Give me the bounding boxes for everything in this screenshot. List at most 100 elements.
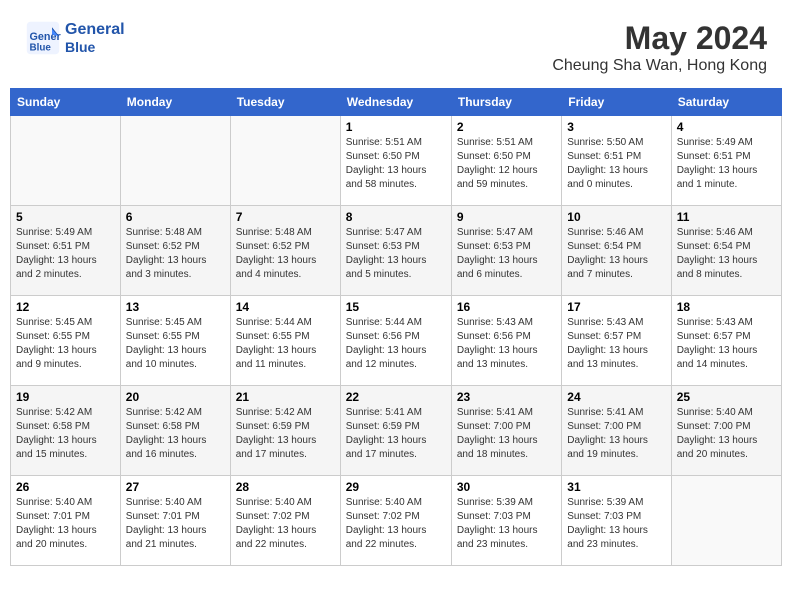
calendar-day-cell: 13 Sunrise: 5:45 AM Sunset: 6:55 PM Dayli… — [120, 296, 230, 386]
day-info: Sunrise: 5:49 AM Sunset: 6:51 PM Dayligh… — [677, 136, 776, 192]
day-info: Sunrise: 5:41 AM Sunset: 7:00 PM Dayligh… — [457, 406, 556, 462]
day-info: Sunrise: 5:45 AM Sunset: 6:55 PM Dayligh… — [126, 316, 225, 372]
day-number: 29 — [346, 480, 446, 494]
day-number: 18 — [677, 300, 776, 314]
calendar-day-cell: 8Sunrise: 5:47 AM Sunset: 6:53 PM Daylig… — [340, 206, 451, 296]
calendar-day-cell: 6 Sunrise: 5:48 AM Sunset: 6:52 PM Daylig… — [120, 206, 230, 296]
day-info: Sunrise: 5:40 AM Sunset: 7:02 PM Dayligh… — [346, 496, 446, 552]
day-info: Sunrise: 5:43 AM Sunset: 6:57 PM Dayligh… — [677, 316, 776, 372]
logo: General Blue General Blue — [25, 20, 125, 56]
day-info: Sunrise: 5:39 AM Sunset: 7:03 PM Dayligh… — [457, 496, 556, 552]
col-header-tuesday: Tuesday — [230, 89, 340, 116]
day-info: Sunrise: 5:41 AM Sunset: 7:00 PM Dayligh… — [567, 406, 665, 462]
calendar-day-cell: 23 Sunrise: 5:41 AM Sunset: 7:00 PM Dayli… — [451, 386, 561, 476]
day-number: 26 — [16, 480, 115, 494]
calendar-day-cell: 10 Sunrise: 5:46 AM Sunset: 6:54 PM Dayli… — [562, 206, 671, 296]
day-number: 4 — [677, 120, 776, 134]
day-info: Sunrise: 5:43 AM Sunset: 6:56 PM Dayligh… — [457, 316, 556, 372]
day-number: 13 — [126, 300, 225, 314]
title-block: May 2024 Cheung Sha Wan, Hong Kong — [552, 20, 767, 75]
calendar-day-cell: 3 Sunrise: 5:50 AM Sunset: 6:51 PM Daylig… — [562, 116, 671, 206]
day-info: Sunrise: 5:44 AM Sunset: 6:55 PM Dayligh… — [236, 316, 335, 372]
day-number: 31 — [567, 480, 665, 494]
day-number: 8 — [346, 210, 446, 224]
calendar-day-cell: 4 Sunrise: 5:49 AM Sunset: 6:51 PM Daylig… — [671, 116, 781, 206]
day-info: Sunrise: 5:40 AM Sunset: 7:01 PM Dayligh… — [16, 496, 115, 552]
day-number: 5 — [16, 210, 115, 224]
calendar-day-cell: 17 Sunrise: 5:43 AM Sunset: 6:57 PM Dayli… — [562, 296, 671, 386]
day-number: 22 — [346, 390, 446, 404]
calendar-week-row: 5 Sunrise: 5:49 AM Sunset: 6:51 PM Daylig… — [11, 206, 782, 296]
day-info: Sunrise: 5:50 AM Sunset: 6:51 PM Dayligh… — [567, 136, 665, 192]
calendar-week-row: 12Sunrise: 5:45 AM Sunset: 6:55 PM Dayli… — [11, 296, 782, 386]
calendar-day-cell: 12Sunrise: 5:45 AM Sunset: 6:55 PM Dayli… — [11, 296, 121, 386]
logo-icon: General Blue — [25, 20, 61, 56]
day-info: Sunrise: 5:44 AM Sunset: 6:56 PM Dayligh… — [346, 316, 446, 372]
calendar-header-row: SundayMondayTuesdayWednesdayThursdayFrid… — [11, 89, 782, 116]
logo-text-line2: Blue — [65, 39, 125, 55]
calendar-day-cell: 26 Sunrise: 5:40 AM Sunset: 7:01 PM Dayli… — [11, 476, 121, 566]
calendar-day-cell: 30 Sunrise: 5:39 AM Sunset: 7:03 PM Dayli… — [451, 476, 561, 566]
calendar-table: SundayMondayTuesdayWednesdayThursdayFrid… — [10, 88, 782, 566]
day-info: Sunrise: 5:51 AM Sunset: 6:50 PM Dayligh… — [346, 136, 446, 192]
day-info: Sunrise: 5:47 AM Sunset: 6:53 PM Dayligh… — [457, 226, 556, 282]
day-number: 21 — [236, 390, 335, 404]
day-info: Sunrise: 5:51 AM Sunset: 6:50 PM Dayligh… — [457, 136, 556, 192]
day-info: Sunrise: 5:48 AM Sunset: 6:52 PM Dayligh… — [126, 226, 225, 282]
calendar-day-cell: 31 Sunrise: 5:39 AM Sunset: 7:03 PM Dayli… — [562, 476, 671, 566]
day-info: Sunrise: 5:46 AM Sunset: 6:54 PM Dayligh… — [567, 226, 665, 282]
svg-text:Blue: Blue — [30, 43, 52, 54]
day-number: 17 — [567, 300, 665, 314]
day-info: Sunrise: 5:49 AM Sunset: 6:51 PM Dayligh… — [16, 226, 115, 282]
day-number: 30 — [457, 480, 556, 494]
day-info: Sunrise: 5:45 AM Sunset: 6:55 PM Dayligh… — [16, 316, 115, 372]
col-header-thursday: Thursday — [451, 89, 561, 116]
calendar-day-cell: 27 Sunrise: 5:40 AM Sunset: 7:01 PM Dayli… — [120, 476, 230, 566]
day-info: Sunrise: 5:48 AM Sunset: 6:52 PM Dayligh… — [236, 226, 335, 282]
calendar-day-cell: 24 Sunrise: 5:41 AM Sunset: 7:00 PM Dayli… — [562, 386, 671, 476]
day-number: 9 — [457, 210, 556, 224]
day-info: Sunrise: 5:42 AM Sunset: 6:58 PM Dayligh… — [126, 406, 225, 462]
day-number: 3 — [567, 120, 665, 134]
day-number: 14 — [236, 300, 335, 314]
day-info: Sunrise: 5:40 AM Sunset: 7:01 PM Dayligh… — [126, 496, 225, 552]
page-header: General Blue General Blue May 2024 Cheun… — [10, 10, 782, 80]
calendar-day-cell: 14 Sunrise: 5:44 AM Sunset: 6:55 PM Dayli… — [230, 296, 340, 386]
calendar-week-row: 26 Sunrise: 5:40 AM Sunset: 7:01 PM Dayli… — [11, 476, 782, 566]
calendar-day-cell — [11, 116, 121, 206]
calendar-day-cell: 21 Sunrise: 5:42 AM Sunset: 6:59 PM Dayli… — [230, 386, 340, 476]
day-info: Sunrise: 5:43 AM Sunset: 6:57 PM Dayligh… — [567, 316, 665, 372]
day-info: Sunrise: 5:40 AM Sunset: 7:02 PM Dayligh… — [236, 496, 335, 552]
logo-text-line1: General — [65, 21, 125, 39]
day-number: 28 — [236, 480, 335, 494]
day-number: 23 — [457, 390, 556, 404]
calendar-day-cell: 11 Sunrise: 5:46 AM Sunset: 6:54 PM Dayli… — [671, 206, 781, 296]
col-header-wednesday: Wednesday — [340, 89, 451, 116]
calendar-day-cell: 16 Sunrise: 5:43 AM Sunset: 6:56 PM Dayli… — [451, 296, 561, 386]
day-info: Sunrise: 5:42 AM Sunset: 6:59 PM Dayligh… — [236, 406, 335, 462]
day-number: 19 — [16, 390, 115, 404]
day-number: 16 — [457, 300, 556, 314]
day-info: Sunrise: 5:41 AM Sunset: 6:59 PM Dayligh… — [346, 406, 446, 462]
calendar-day-cell: 20Sunrise: 5:42 AM Sunset: 6:58 PM Dayli… — [120, 386, 230, 476]
day-number: 15 — [346, 300, 446, 314]
col-header-saturday: Saturday — [671, 89, 781, 116]
calendar-day-cell: 5 Sunrise: 5:49 AM Sunset: 6:51 PM Daylig… — [11, 206, 121, 296]
day-number: 1 — [346, 120, 446, 134]
day-info: Sunrise: 5:46 AM Sunset: 6:54 PM Dayligh… — [677, 226, 776, 282]
calendar-day-cell: 28 Sunrise: 5:40 AM Sunset: 7:02 PM Dayli… — [230, 476, 340, 566]
calendar-day-cell: 2Sunrise: 5:51 AM Sunset: 6:50 PM Daylig… — [451, 116, 561, 206]
calendar-day-cell — [671, 476, 781, 566]
calendar-day-cell: 29 Sunrise: 5:40 AM Sunset: 7:02 PM Dayli… — [340, 476, 451, 566]
col-header-monday: Monday — [120, 89, 230, 116]
day-number: 11 — [677, 210, 776, 224]
day-info: Sunrise: 5:39 AM Sunset: 7:03 PM Dayligh… — [567, 496, 665, 552]
calendar-day-cell: 1 Sunrise: 5:51 AM Sunset: 6:50 PM Daylig… — [340, 116, 451, 206]
day-number: 6 — [126, 210, 225, 224]
day-number: 27 — [126, 480, 225, 494]
day-number: 25 — [677, 390, 776, 404]
calendar-day-cell — [120, 116, 230, 206]
month-title: May 2024 — [552, 20, 767, 57]
day-number: 24 — [567, 390, 665, 404]
day-number: 10 — [567, 210, 665, 224]
